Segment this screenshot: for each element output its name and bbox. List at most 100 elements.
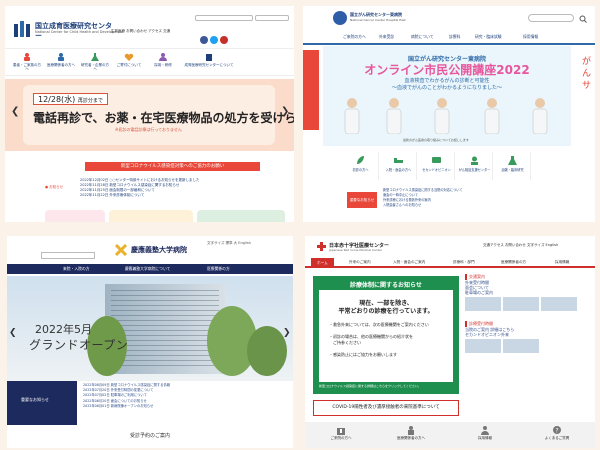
- quick-link[interactable]: がん相談支援センター: [457, 152, 493, 180]
- facebook-icon[interactable]: [200, 36, 208, 44]
- hero-date: 2022年5月: [35, 323, 92, 336]
- support-icon: [471, 156, 478, 165]
- bottom-card[interactable]: [109, 210, 193, 222]
- list-item[interactable]: 入院患者さんへのお知らせ: [383, 203, 573, 208]
- hero-banner[interactable]: 2022年5月 グランドオープン: [7, 276, 293, 381]
- bottom-link-label: 医療関係者の方へ: [397, 436, 425, 440]
- search-input[interactable]: [528, 14, 574, 22]
- next-arrow-icon[interactable]: ❯: [283, 328, 291, 338]
- menu-item[interactable]: 患者・ご家族の方へ: [13, 51, 41, 75]
- nav-item[interactable]: 採用情報: [555, 260, 569, 265]
- search-input[interactable]: [41, 252, 95, 259]
- quick-link[interactable]: セカンドオピニオン: [419, 152, 455, 180]
- flask-icon: [508, 156, 517, 165]
- red-cross-icon: [317, 242, 326, 251]
- banner-date: 12/28(水) 再診分まで: [33, 93, 108, 105]
- header: 国立成育医療研究センター National Center for Child H…: [5, 6, 294, 46]
- thumbnail[interactable]: [503, 339, 539, 353]
- hero-banner[interactable]: 12/28(水) 再診分まで 電話再診で、お薬・在宅医療物品の処方を受けられます…: [5, 79, 294, 151]
- thumbnail[interactable]: [465, 339, 501, 353]
- person-icon: [159, 53, 167, 61]
- prev-arrow-icon[interactable]: ❮: [9, 328, 17, 338]
- youtube-icon[interactable]: [220, 36, 228, 44]
- bed-icon: [394, 158, 403, 163]
- nav-item[interactable]: 慶應義塾大学病院について: [125, 266, 170, 272]
- menu-item[interactable]: 成育医療研究センターについて: [183, 51, 235, 75]
- quick-link[interactable]: 治験・臨床研究: [495, 152, 531, 180]
- menu-item[interactable]: 研究者・企業の方へ: [81, 51, 109, 75]
- important-notice-panel[interactable]: 重要なお知らせ: [7, 381, 77, 425]
- bottom-link-label: ご来院の方へ: [330, 436, 352, 440]
- covid-notice-bar[interactable]: 新型コロナウイルス感染症対策へのご協力のお願い: [85, 162, 260, 171]
- prev-slide-edge[interactable]: [303, 50, 319, 130]
- nav-item[interactable]: 研究・臨床試験: [475, 34, 502, 40]
- quick-link[interactable]: 初診の方へ: [343, 152, 379, 180]
- hero-banner[interactable]: 国立がん研究センター東病院 オンライン市民公開講座2022 血液検査でわかるがん…: [323, 46, 571, 146]
- hero-title: グランドオープン: [29, 338, 129, 352]
- nav-item[interactable]: 外来のご案内: [349, 260, 371, 265]
- nav-item[interactable]: 採用情報: [523, 34, 538, 40]
- appointment-link[interactable]: 受診予約のご案内: [7, 432, 293, 439]
- bottom-link[interactable]: ご来院の方へ: [311, 424, 371, 441]
- banner-date-text: 12/28(水): [38, 95, 76, 104]
- building-windows: [111, 290, 219, 370]
- news-badge: ● お知らせ: [45, 185, 64, 189]
- next-slide-edge[interactable]: がんサ: [579, 50, 595, 130]
- notice-panel: 診療体制に関するお知らせ 現在、一部を除き、 平常どおりの診療を行っています。 …: [313, 276, 459, 394]
- nav-item[interactable]: 診療科: [449, 34, 460, 40]
- family-icon: [24, 53, 30, 61]
- banner-foot: 最新のがん医療の取り組みについてお話しします: [403, 138, 469, 142]
- nav-item-home[interactable]: ホーム: [311, 258, 334, 268]
- nav-item[interactable]: 診療科・部門: [453, 260, 475, 265]
- menu-item[interactable]: 医療関係者の方へ: [47, 51, 75, 75]
- nav-item[interactable]: ご来院の方へ: [343, 34, 366, 40]
- nav-item[interactable]: 医療関係の方: [207, 266, 230, 272]
- bottom-link[interactable]: 採用情報: [455, 424, 515, 441]
- logo-icon: [14, 21, 30, 37]
- thumbnail[interactable]: [465, 297, 501, 311]
- header-links[interactable]: 交通アクセス お問い合わせ 文字サイズ English: [483, 243, 593, 248]
- question-icon: ?: [553, 426, 561, 435]
- bottom-link-label: よくあるご質問: [544, 436, 570, 440]
- covid-criteria-link[interactable]: COVID-19陽性者及び濃厚接触者の来院基準について: [313, 400, 459, 416]
- banner-date-suffix: 再診分まで: [77, 98, 103, 104]
- search-icon[interactable]: [579, 15, 587, 23]
- nav-item[interactable]: 入院・面会のご案内: [393, 260, 425, 265]
- banner-title: オンライン市民公開講座2022: [364, 63, 530, 77]
- top-nav[interactable]: 生育医療 お問い合わせ アクセス 交通: [111, 29, 221, 34]
- language-select[interactable]: [255, 15, 289, 21]
- header: 日本赤十字社医療センター Japanese Red Cross Medical …: [305, 236, 595, 258]
- logo-icon: [115, 244, 127, 256]
- nav-item[interactable]: 外来受診: [379, 34, 394, 40]
- doctor-photo: [434, 98, 450, 134]
- nav-item[interactable]: 病院について: [411, 34, 434, 40]
- notice-item: ・初診の場合は、他の医療機関からの紹介状を: [329, 334, 413, 339]
- menu-item[interactable]: ご寄付について: [115, 51, 143, 75]
- important-notice-button[interactable]: 重要なお知らせ: [347, 192, 377, 208]
- banner-sub2: ～血液でがんのことがわかるようになりました～: [391, 85, 502, 91]
- thumbnail[interactable]: [541, 297, 577, 311]
- thumbnail[interactable]: [503, 297, 539, 311]
- important-notice-label: 重要なお知らせ: [21, 397, 49, 402]
- quick-link[interactable]: 入院・面会の方へ: [381, 152, 417, 180]
- notice-foot-link[interactable]: 新型コロナウイルス感染症に関する詳細はこちらをクリックしてください。: [319, 384, 453, 388]
- bottom-link[interactable]: 医療関係者の方へ: [381, 424, 441, 441]
- bottom-card[interactable]: [197, 210, 285, 222]
- bottom-card[interactable]: [45, 210, 105, 222]
- twitter-icon[interactable]: [210, 36, 218, 44]
- main-menu: 患者・ご家族の方へ 医療関係者の方へ 研究者・企業の方へ ご寄付について 採用・…: [5, 48, 294, 119]
- search-input[interactable]: [195, 15, 253, 21]
- notice-title: 診療体制に関するお知らせ: [350, 282, 422, 289]
- list-item[interactable]: 2022年06月01日 新病院棟オープンのお知らせ: [83, 404, 283, 409]
- list-item[interactable]: 2022年11月22日 外来診療体制について: [80, 193, 285, 198]
- nav-item[interactable]: 来院・入院の方: [63, 266, 90, 272]
- site-keio: 慶應義塾大学病院 文字サイズ 標準 大 English 来院・入院の方 慶應義塾…: [7, 236, 293, 448]
- prev-arrow-icon[interactable]: ❮: [11, 106, 19, 117]
- menu-item[interactable]: 採用・研修: [149, 51, 177, 75]
- banner-headline: 電話再診で、お薬・在宅医療物品の処方を受けられます: [33, 111, 294, 125]
- next-arrow-icon[interactable]: ❯: [281, 106, 289, 117]
- nav-item[interactable]: 医療関係者の方: [501, 260, 526, 265]
- bottom-link-label: 採用情報: [478, 436, 492, 440]
- header-links[interactable]: 文字サイズ 標準 大 English: [207, 241, 287, 246]
- bottom-link[interactable]: ? よくあるご質問: [527, 424, 587, 441]
